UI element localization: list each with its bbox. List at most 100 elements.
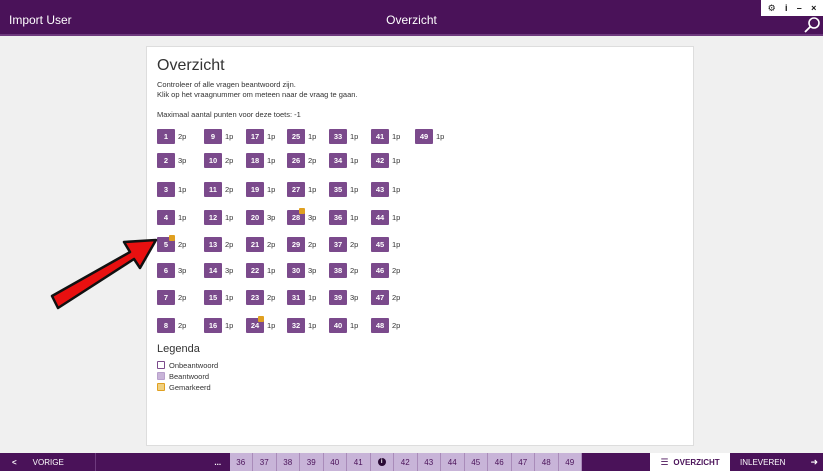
question-number-button[interactable]: 43 <box>371 182 389 197</box>
pager-page[interactable]: 45 <box>464 453 488 471</box>
magnifier-icon[interactable] <box>803 16 821 34</box>
question-points: 1p <box>267 156 276 165</box>
top-bar: Import User Overzicht ⚙ i – × <box>0 0 823 36</box>
question-number-button[interactable]: 23 <box>246 290 264 305</box>
pager-page[interactable]: 43 <box>417 453 441 471</box>
question-pager: ... 36 37 38 39 40 41 i 42 43 44 45 46 47 48 49 <box>206 453 582 471</box>
question-number-button[interactable]: 24 <box>246 316 264 333</box>
question-number-button[interactable]: 31 <box>287 290 305 305</box>
question-item: 1 2p <box>157 129 186 144</box>
question-item: 9 1p <box>204 129 233 144</box>
pager-page[interactable]: 44 <box>441 453 465 471</box>
question-number-button[interactable]: 8 <box>157 318 175 333</box>
info-icon: i <box>377 458 386 466</box>
previous-label: VORIGE <box>32 457 64 467</box>
legend-marked: Gemarkeerd <box>157 382 211 392</box>
settings-icon[interactable]: ⚙ <box>768 3 776 13</box>
question-number-button[interactable]: 1 <box>157 129 175 144</box>
question-number-button[interactable]: 14 <box>204 263 222 278</box>
pager-page[interactable]: 41 <box>347 453 371 471</box>
question-number-button[interactable]: 45 <box>371 237 389 252</box>
question-number-button[interactable]: 4 <box>157 210 175 225</box>
info-icon[interactable]: i <box>785 3 788 13</box>
question-number-button[interactable]: 19 <box>246 182 264 197</box>
pager-info-item[interactable]: i <box>370 453 394 471</box>
question-number-button[interactable]: 47 <box>371 290 389 305</box>
pager-page[interactable]: 36 <box>229 453 253 471</box>
question-points: 1p <box>178 213 187 222</box>
pager-page[interactable]: 39 <box>300 453 324 471</box>
pager-more[interactable]: ... <box>206 453 230 471</box>
question-number-button[interactable]: 15 <box>204 290 222 305</box>
question-points: 3p <box>350 293 359 302</box>
question-number-button[interactable]: 18 <box>246 153 264 168</box>
question-number-button[interactable]: 2 <box>157 153 175 168</box>
question-number-button[interactable]: 48 <box>371 318 389 333</box>
question-number-button[interactable]: 37 <box>329 237 347 252</box>
question-item: 25 1p <box>287 129 316 144</box>
question-number-button[interactable]: 35 <box>329 182 347 197</box>
submit-button[interactable]: INLEVEREN <box>740 453 785 471</box>
question-item: 34 1p <box>329 153 358 168</box>
question-number-button[interactable]: 3 <box>157 182 175 197</box>
previous-button[interactable]: < VORIGE <box>0 453 96 471</box>
question-item: 23 2p <box>246 290 275 305</box>
question-number-button[interactable]: 17 <box>246 129 264 144</box>
question-points: 1p <box>308 293 317 302</box>
question-number-button[interactable]: 38 <box>329 263 347 278</box>
question-number-button[interactable]: 39 <box>329 290 347 305</box>
question-number-button[interactable]: 42 <box>371 153 389 168</box>
question-number-button[interactable]: 16 <box>204 318 222 333</box>
pager-page[interactable]: 49 <box>558 453 582 471</box>
question-number-button[interactable]: 49 <box>415 129 433 144</box>
question-number-button[interactable]: 33 <box>329 129 347 144</box>
question-item: 36 1p <box>329 210 358 225</box>
pager-page[interactable]: 47 <box>511 453 535 471</box>
question-item: 41 1p <box>371 129 400 144</box>
question-points: 3p <box>178 156 187 165</box>
pager-page[interactable]: 37 <box>253 453 277 471</box>
question-points: 2p <box>267 293 276 302</box>
question-number-button[interactable]: 27 <box>287 182 305 197</box>
question-number-button[interactable]: 40 <box>329 318 347 333</box>
question-item: 26 2p <box>287 153 316 168</box>
question-points: 2p <box>392 293 401 302</box>
question-points: 1p <box>392 132 401 141</box>
pager-page[interactable]: 40 <box>323 453 347 471</box>
exit-icon[interactable]: ➜ <box>810 457 818 468</box>
question-points: 2p <box>225 185 234 194</box>
question-points: 1p <box>308 185 317 194</box>
question-number-button[interactable]: 12 <box>204 210 222 225</box>
question-number-button[interactable]: 22 <box>246 263 264 278</box>
question-number-button[interactable]: 29 <box>287 237 305 252</box>
question-number-button[interactable]: 34 <box>329 153 347 168</box>
close-icon[interactable]: × <box>811 3 816 13</box>
overview-button[interactable]: ☰ OVERZICHT <box>650 453 730 471</box>
pager-page[interactable]: 46 <box>488 453 512 471</box>
card-title: Overzicht <box>157 57 225 74</box>
pager-page[interactable]: 42 <box>394 453 418 471</box>
question-points: 3p <box>308 213 317 222</box>
question-points: 2p <box>225 240 234 249</box>
pager-page[interactable]: 38 <box>276 453 300 471</box>
question-number-button[interactable]: 21 <box>246 237 264 252</box>
question-number-button[interactable]: 25 <box>287 129 305 144</box>
question-number-button[interactable]: 44 <box>371 210 389 225</box>
question-points: 1p <box>225 321 234 330</box>
question-number-button[interactable]: 41 <box>371 129 389 144</box>
legend-label: Onbeantwoord <box>169 360 219 370</box>
question-number-button[interactable]: 30 <box>287 263 305 278</box>
minimize-icon[interactable]: – <box>797 3 802 13</box>
question-number-button[interactable]: 32 <box>287 318 305 333</box>
question-number-button[interactable]: 11 <box>204 182 222 197</box>
question-number-button[interactable]: 10 <box>204 153 222 168</box>
question-number-button[interactable]: 46 <box>371 263 389 278</box>
pager-page[interactable]: 48 <box>535 453 559 471</box>
question-number-button[interactable]: 9 <box>204 129 222 144</box>
question-points: 1p <box>225 293 234 302</box>
question-number-button[interactable]: 13 <box>204 237 222 252</box>
question-number-button[interactable]: 26 <box>287 153 305 168</box>
question-number-button[interactable]: 20 <box>246 210 264 225</box>
question-number-button[interactable]: 36 <box>329 210 347 225</box>
question-number-button[interactable]: 28 <box>287 208 305 225</box>
